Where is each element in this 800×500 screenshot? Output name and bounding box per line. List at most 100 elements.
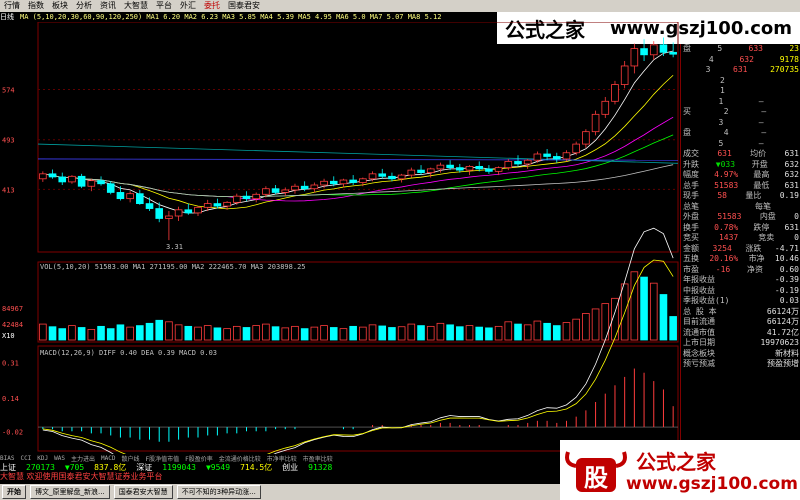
sell-row-3-cell: 2 xyxy=(720,75,725,85)
candle-body xyxy=(572,143,580,154)
bull-logo-icon: 股 xyxy=(565,451,627,492)
menu-item-9[interactable]: 国泰君安 xyxy=(224,0,264,12)
volume-bar xyxy=(485,327,493,341)
candle-body xyxy=(329,180,338,185)
indicator-tab-3[interactable]: WAS xyxy=(54,455,65,462)
index2-value: 1199043 xyxy=(162,462,196,472)
logo-title: 公式之家 xyxy=(636,450,716,474)
taskbar-task-1[interactable]: 国泰君安大智慧 xyxy=(113,485,173,499)
buy-row-1-cell: 2 xyxy=(723,107,729,116)
index1-name[interactable]: 上证 xyxy=(0,462,16,473)
taskbar-task-0[interactable]: 博文_原里解盘_新浪... xyxy=(30,485,110,499)
indicator-tab-0[interactable]: BIAS xyxy=(0,455,14,462)
volume-bar xyxy=(552,325,561,341)
buy-row-1-cell: 买 xyxy=(683,107,691,116)
quote-row-4-cell: 现手 xyxy=(683,191,699,200)
quote-row-4-cell: 58 xyxy=(717,191,727,200)
quote-row-2-cell: 最高 xyxy=(753,170,770,179)
candle-body xyxy=(339,179,348,185)
menu-item-1[interactable]: 指数 xyxy=(24,0,48,12)
candle-body xyxy=(514,161,522,165)
volume-bar xyxy=(649,282,658,341)
menu-item-0[interactable]: 行情 xyxy=(0,0,24,12)
quote-row-7-cell: 换手 xyxy=(683,222,699,232)
fin-row-7: 概念板块 新材料 xyxy=(681,349,800,360)
ma60-line xyxy=(42,164,674,198)
volume-bar xyxy=(436,322,445,341)
logo-url: www.gszj100.com xyxy=(626,474,798,494)
volume-bar xyxy=(426,325,435,341)
sell-row-4-cell: 1 xyxy=(720,86,725,95)
quote-row-11-cell: 市盈 xyxy=(683,264,699,274)
macd-axis-top: 0.31 xyxy=(2,359,19,367)
volume-bar xyxy=(223,328,231,341)
fin-row-4-cell: 目前流通 xyxy=(683,317,715,326)
quote-row-8-cell: 1437 xyxy=(718,233,739,242)
taskbar-task-2[interactable]: 不可不知的3种异动涨... xyxy=(176,485,261,499)
quote-row-2-cell: 幅度 xyxy=(683,170,699,179)
quote-row-2-cell: 632 xyxy=(784,170,799,179)
fin-row-1-cell: 中报收益 xyxy=(683,285,715,295)
fin-row-8: 预亏预减 预盈预增 xyxy=(681,359,800,370)
buy-row-2-cell: — xyxy=(758,117,764,127)
quote-row-5: 总笔 每笔 xyxy=(681,202,800,213)
volume-bar xyxy=(174,324,183,341)
candle-body xyxy=(640,48,648,56)
indicator-tab-1[interactable]: CCI xyxy=(20,455,31,462)
volume-bar xyxy=(514,323,522,341)
ma120-line xyxy=(37,143,679,164)
indicator-tab-2[interactable]: KDJ xyxy=(37,455,48,462)
quote-row-0-cell: 631 xyxy=(784,149,799,158)
menu-item-7[interactable]: 外汇 xyxy=(176,0,200,12)
volume-bar xyxy=(523,324,532,341)
quote-row-0-cell: 均价 xyxy=(750,149,767,158)
volume-bar xyxy=(320,325,328,341)
candle-body xyxy=(252,193,260,200)
menu-item-8[interactable]: 委托 xyxy=(200,0,224,12)
candle-body xyxy=(504,161,513,169)
quote-row-2-cell: 4.97% xyxy=(714,170,739,179)
start-button[interactable]: 开始 xyxy=(2,485,26,499)
candle-body xyxy=(494,167,503,172)
candle-body xyxy=(262,188,270,195)
volume-bar xyxy=(378,325,387,341)
candle-body xyxy=(562,152,571,160)
candle-body xyxy=(155,208,164,219)
quote-row-6-cell: 外盘 xyxy=(683,212,699,221)
candle-body xyxy=(271,188,280,193)
volume-bar xyxy=(368,324,377,341)
volume-bar xyxy=(543,322,551,341)
candle-body xyxy=(320,180,328,186)
indicator-tab-11[interactable]: 市盈率比较 xyxy=(303,454,333,463)
buy-row-3-cell: — xyxy=(761,128,767,137)
price-axis-low: 413 xyxy=(2,186,15,194)
quote-row-8-cell: 竞卖 xyxy=(758,233,775,242)
menu-item-4[interactable]: 资讯 xyxy=(96,0,120,12)
volume-bar xyxy=(494,325,503,341)
vol-axis-mid: 42484 xyxy=(2,321,23,329)
menu-item-5[interactable]: 大智慧 xyxy=(120,0,152,12)
menu-item-3[interactable]: 分析 xyxy=(72,0,96,12)
indicator-tab-8[interactable]: F股盈价率 xyxy=(185,454,213,463)
quote-row-8-cell: 0 xyxy=(794,233,799,242)
buy-row-0: 1— xyxy=(681,97,800,108)
menu-item-2[interactable]: 板块 xyxy=(48,0,72,12)
candle-body xyxy=(601,100,610,115)
price-min-label: 3.31 xyxy=(166,243,183,251)
candle-body xyxy=(611,84,619,102)
sell-row-1-cell: 632 xyxy=(739,54,754,64)
candle-body xyxy=(184,209,193,214)
candle-body xyxy=(620,65,629,85)
menu-item-6[interactable]: 平台 xyxy=(152,0,176,12)
kline-chart[interactable]: 574 493 413 3.31 84967 42484 X10 VOL(5,10,20) 5… xyxy=(0,22,680,454)
indicator-tab-4[interactable]: 主力进出 xyxy=(71,454,95,463)
index3-name[interactable]: 创业 xyxy=(282,462,298,473)
buy-row-0-cell: — xyxy=(758,96,764,106)
candle-body xyxy=(388,175,396,180)
index2-name[interactable]: 深证 xyxy=(136,462,152,473)
quote-row-10-cell: 五换 xyxy=(683,254,699,263)
indicator-tab-5[interactable]: MACD xyxy=(101,455,115,462)
period-label[interactable]: 日线 xyxy=(0,12,14,22)
sell-row-3: 2 xyxy=(681,76,800,87)
price-axis-mid: 493 xyxy=(2,137,15,145)
